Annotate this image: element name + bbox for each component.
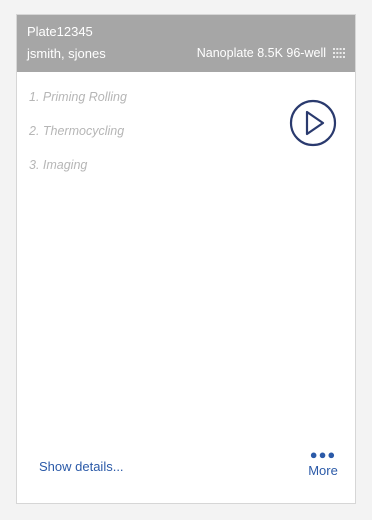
card-header: Plate12345 jsmith, sjones Nanoplate 8.5K… [17, 15, 355, 72]
more-label: More [308, 463, 338, 478]
protocol-step: 2. Thermocycling [29, 124, 125, 138]
protocol-steps-list: 1. Priming Rolling 2. Thermocycling 3. I… [29, 89, 127, 191]
protocol-step: 1. Priming Rolling [29, 90, 127, 104]
play-circle-icon[interactable] [289, 99, 337, 147]
more-dots-icon: ●●● [309, 447, 337, 462]
more-button[interactable]: ●●● More [305, 447, 341, 478]
show-details-link[interactable]: Show details... [39, 459, 124, 474]
plate-type: Nanoplate 8.5K 96-well [196, 46, 326, 60]
grid-icon [333, 48, 345, 58]
protocol-step: 3. Imaging [29, 158, 88, 172]
plate-users: jsmith, sjones [27, 46, 106, 61]
plate-card: Plate12345 jsmith, sjones Nanoplate 8.5K… [16, 14, 356, 504]
plate-name: Plate12345 [27, 24, 93, 39]
